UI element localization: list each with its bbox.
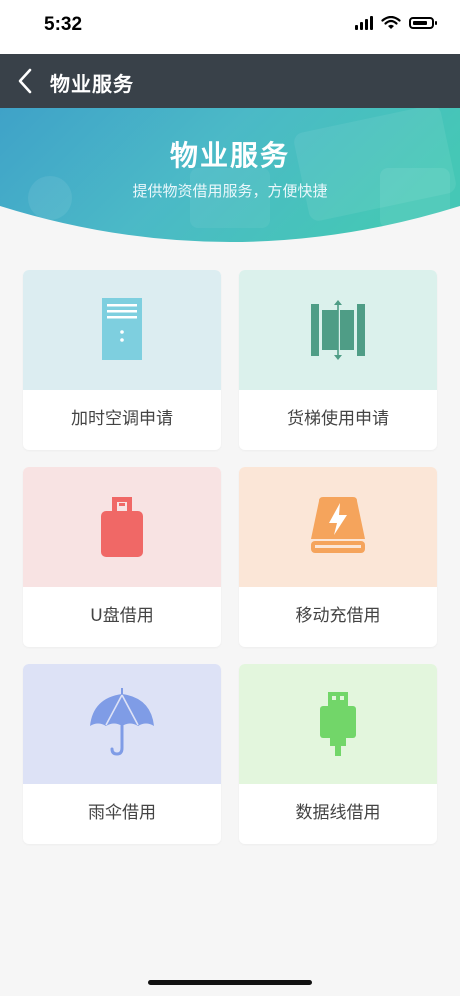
service-label: 货梯使用申请 (287, 409, 389, 429)
page-title: 物业服务 (50, 72, 134, 96)
data-cable-icon (320, 692, 356, 756)
card-icon-area (239, 664, 437, 784)
header-banner: 物业服务 提供物资借用服务，方便快捷 (0, 108, 460, 258)
card-icon-area (23, 467, 221, 587)
service-card-data-cable[interactable]: 数据线借用 (239, 664, 437, 844)
service-label: 移动充借用 (295, 606, 381, 626)
usb-drive-icon (101, 497, 143, 557)
navigation-bar: 物业服务 (0, 54, 460, 108)
service-card-air-conditioner[interactable]: 加时空调申请 (23, 270, 221, 450)
service-card-umbrella[interactable]: 雨伞借用 (23, 664, 221, 844)
power-bank-icon (311, 497, 365, 553)
umbrella-icon (90, 688, 154, 756)
card-icon-area (239, 270, 437, 390)
card-icon-area (239, 467, 437, 587)
banner-title: 物业服务 (169, 139, 290, 172)
elevator-icon (311, 300, 365, 360)
wifi-icon (381, 16, 401, 29)
service-label: 加时空调申请 (71, 409, 173, 429)
service-card-usb-drive[interactable]: U盘借用 (23, 467, 221, 647)
service-card-power-bank[interactable]: 移动充借用 (239, 467, 437, 647)
air-conditioner-icon (102, 298, 142, 360)
card-icon-area (23, 270, 221, 390)
service-label: 雨伞借用 (88, 803, 156, 823)
card-icon-area (23, 664, 221, 784)
banner-subtitle: 提供物资借用服务，方便快捷 (132, 182, 328, 200)
chevron-left-icon (18, 68, 32, 94)
status-bar: 5:32 (0, 0, 460, 54)
battery-icon (409, 17, 437, 29)
cellular-signal-icon (355, 16, 373, 30)
home-indicator[interactable] (148, 980, 312, 985)
service-card-freight-elevator[interactable]: 货梯使用申请 (239, 270, 437, 450)
service-label: 数据线借用 (295, 803, 381, 823)
back-button[interactable] (10, 64, 44, 98)
status-time: 5:32 (44, 14, 83, 35)
service-label: U盘借用 (90, 606, 154, 626)
status-icons (355, 16, 437, 30)
